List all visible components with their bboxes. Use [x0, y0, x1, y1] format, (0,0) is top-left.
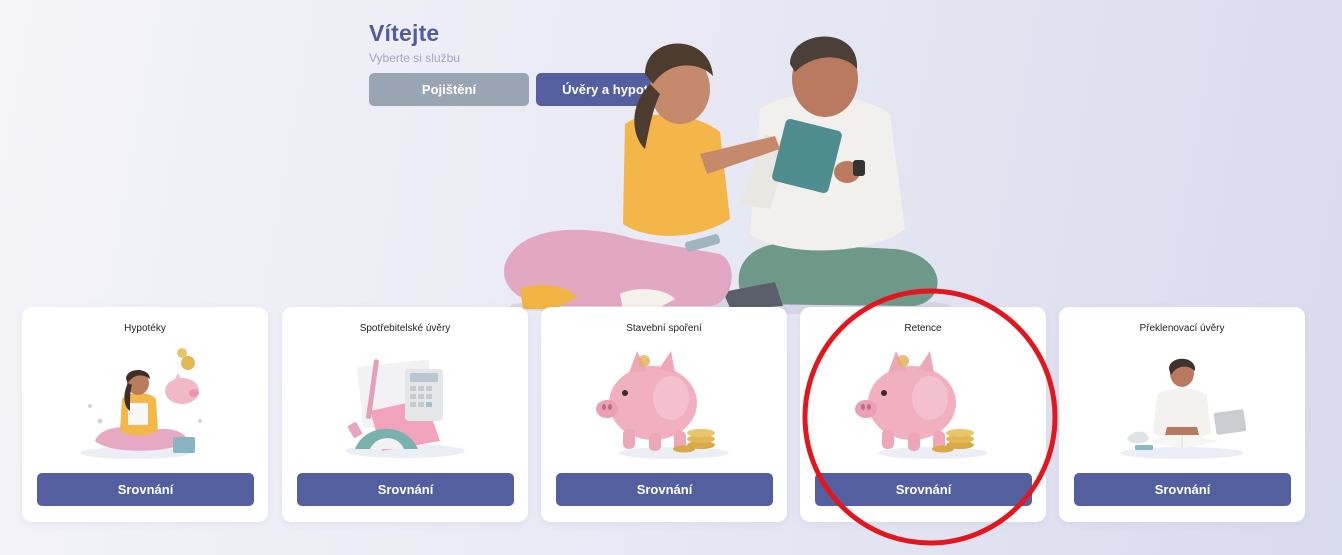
- card-title: Stavební spoření: [626, 323, 702, 334]
- compare-button-retention[interactable]: Srovnání: [815, 473, 1032, 506]
- compare-button-bridging-loans[interactable]: Srovnání: [1074, 473, 1291, 506]
- compare-button-building-savings[interactable]: Srovnání: [556, 473, 773, 506]
- card-bridging-loans: Překlenovací úvěry Srovnání: [1059, 307, 1305, 522]
- card-title: Hypotéky: [124, 323, 166, 334]
- compare-button-consumer-loans[interactable]: Srovnání: [297, 473, 514, 506]
- compare-button-mortgages[interactable]: Srovnání: [37, 473, 254, 506]
- card-title: Překlenovací úvěry: [1139, 323, 1225, 334]
- man-studying-illustration: [1120, 358, 1247, 459]
- page-title: Vítejte: [369, 20, 440, 46]
- hero-people-illustration: [504, 36, 950, 314]
- card-retention: Retence Srovnání: [800, 307, 1046, 522]
- page-subtitle: Vyberte si službu: [369, 51, 460, 65]
- woman-with-piggy-bank-illustration: [80, 348, 202, 459]
- card-mortgages: Hypotéky Srovnání: [22, 307, 268, 522]
- piggy-bank-with-coins-illustration: [596, 351, 729, 459]
- card-consumer-loans: Spotřebitelské úvěry Srovnání: [282, 307, 528, 522]
- card-title: Spotřebitelské úvěry: [359, 323, 451, 334]
- card-building-savings: Stavební spoření Srovnání: [541, 307, 787, 522]
- welcome-header: Vítejte Vyberte si službu: [369, 20, 460, 65]
- service-cards: Hypotéky Srovnání Spotřebitelské úvěry S…: [22, 307, 1306, 522]
- card-title: Retence: [904, 323, 942, 334]
- piggy-bank-with-coins-illustration: [855, 351, 988, 459]
- calculator-and-stationery-illustration: [345, 359, 465, 458]
